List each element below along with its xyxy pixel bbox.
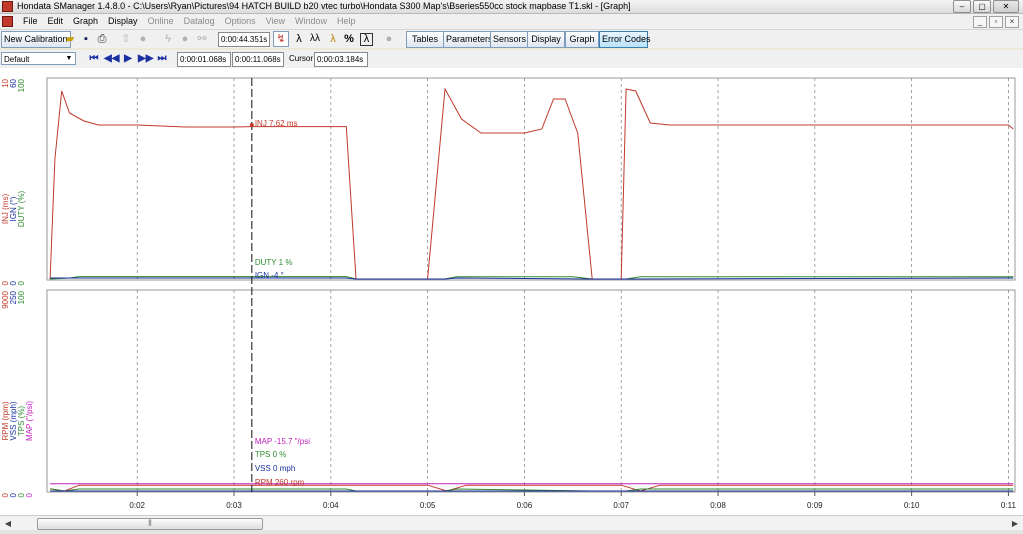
connect-icon[interactable]: ⚯	[195, 32, 209, 46]
tab-display[interactable]: Display	[527, 31, 565, 48]
menu-edit[interactable]: Edit	[43, 14, 69, 29]
main-toolbar: New Calibration ▰ ▪ ⎙ ⇧ ● ϟ ● ⚯ 0:00:44.…	[0, 30, 1023, 48]
readout-ign: IGN -4 °	[255, 271, 284, 280]
bottom-axis-max-label: 100	[17, 290, 26, 304]
graph-preset-select[interactable]: Default ▼	[1, 52, 76, 65]
x-tick-label: 0:06	[517, 501, 533, 510]
readout-map: MAP -15.7 "/psi	[255, 437, 310, 446]
tab-graph[interactable]: Graph	[565, 31, 599, 48]
skip-start-icon[interactable]: ⏮	[87, 52, 101, 66]
print-icon[interactable]: ⎙	[95, 32, 109, 46]
record-icon[interactable]: ●	[178, 32, 192, 46]
menu-view[interactable]: View	[261, 14, 290, 29]
graph-start-time: 0:00:01.068s	[177, 52, 231, 67]
lambda-gold-icon[interactable]: λ	[326, 32, 340, 46]
menu-file[interactable]: File	[18, 14, 43, 29]
flash-icon[interactable]: ϟ	[161, 32, 175, 46]
graph-cursor-icon[interactable]: ↯	[273, 31, 289, 47]
graph-preset-value: Default	[4, 55, 30, 64]
menu-online[interactable]: Online	[143, 14, 179, 29]
menu-options[interactable]: Options	[220, 14, 261, 29]
readout-vss: VSS 0 mph	[255, 464, 295, 473]
lambda-icon[interactable]: λ	[292, 32, 306, 46]
bottom-axis-name: MAP ("/psi)	[25, 401, 34, 441]
top-axis-name: DUTY (%)	[17, 191, 26, 228]
readout-rpm: RPM 260 rpm	[255, 478, 305, 487]
readout-duty: DUTY 1 %	[255, 258, 293, 267]
maximize-button[interactable]: ▢	[973, 0, 991, 13]
horizontal-scrollbar[interactable]: ◀ ⫼ ▶	[0, 515, 1023, 531]
cursor-time: 0:00:03.184s	[314, 52, 368, 67]
datalog-total-time: 0:00:44.351s	[218, 32, 270, 47]
x-tick-label: 0:08	[710, 501, 726, 510]
window-title: Hondata SManager 1.4.8.0 - C:\Users\Ryan…	[17, 1, 631, 11]
new-calibration-button[interactable]: New Calibration	[1, 31, 71, 48]
x-tick-label: 0:04	[323, 501, 339, 510]
open-folder-icon[interactable]: ▰	[63, 32, 77, 46]
play-icon[interactable]: ▶	[121, 52, 135, 66]
cursor-point	[249, 123, 254, 127]
x-tick-label: 0:11	[1001, 501, 1017, 510]
x-tick-label: 0:10	[904, 501, 920, 510]
lambda-box-icon[interactable]: λ	[360, 33, 373, 46]
x-tick-label: 0:03	[226, 501, 242, 510]
mdi-restore-button[interactable]: ▫	[989, 16, 1003, 28]
menu-help[interactable]: Help	[332, 14, 361, 29]
title-bar: Hondata SManager 1.4.8.0 - C:\Users\Ryan…	[0, 0, 1023, 14]
info-icon[interactable]: ●	[136, 32, 150, 46]
tab-sensors[interactable]: Sensors	[490, 31, 528, 48]
menu-window[interactable]: Window	[290, 14, 332, 29]
chevron-down-icon: ▼	[65, 55, 73, 62]
scroll-left-icon[interactable]: ◀	[2, 518, 14, 529]
app-logo-icon	[2, 1, 13, 12]
graph-panel-1	[46, 77, 1016, 281]
minimize-button[interactable]: –	[953, 0, 971, 13]
graph-end-time: 0:00:11.068s	[232, 52, 284, 67]
percent-icon[interactable]: %	[342, 32, 356, 46]
alert-icon[interactable]: ●	[382, 32, 396, 46]
datalog-toolbar: Default ▼ ⏮ ◀◀ ▶ ▶▶ ⏭ 0:00:01.068s 0:00:…	[0, 50, 1023, 68]
close-button[interactable]: ✕	[993, 0, 1019, 13]
top-axis-max-label: 100	[17, 78, 26, 92]
document-icon[interactable]	[2, 16, 13, 27]
menu-graph[interactable]: Graph	[68, 14, 103, 29]
upload-arrow-icon[interactable]: ⇧	[119, 32, 133, 46]
menu-display[interactable]: Display	[103, 14, 143, 29]
mdi-minimize-button[interactable]: _	[973, 16, 987, 28]
top-axis-min-label: 0	[17, 280, 26, 285]
readout-tps: TPS 0 %	[255, 450, 287, 459]
cursor-label: Cursor	[289, 54, 314, 63]
bottom-axis-min-label: 0	[25, 492, 34, 497]
save-icon[interactable]: ▪	[79, 32, 93, 46]
x-tick-label: 0:02	[129, 501, 145, 510]
skip-end-icon[interactable]: ⏭	[155, 52, 169, 66]
scroll-thumb[interactable]: ⫼	[37, 518, 263, 530]
rewind-icon[interactable]: ◀◀	[104, 52, 119, 66]
mdi-close-button[interactable]: ×	[1005, 16, 1019, 28]
lambda-double-icon[interactable]: λλ	[307, 32, 323, 46]
scroll-right-icon[interactable]: ▶	[1009, 518, 1021, 529]
graph-area[interactable]: 0:02 0:03 0:04 0:05 0:06 0:07 0:08 0:09 0:10 0:11…	[0, 68, 1023, 515]
datalog-graph[interactable]: 0:02 0:03 0:04 0:05 0:06 0:07 0:08 0:09 0:10 0:11…	[0, 68, 1023, 515]
tab-tables[interactable]: Tables	[406, 31, 444, 48]
menu-bar: File Edit Graph Display Online Datalog O…	[0, 14, 1023, 30]
x-tick-label: 0:07	[613, 501, 629, 510]
graph-panel-2	[46, 289, 1016, 493]
readout-inj: INJ 7.62 ms	[255, 119, 298, 128]
x-tick-label: 0:09	[807, 501, 823, 510]
tab-parameters[interactable]: Parameters	[443, 31, 493, 48]
status-bar	[0, 530, 1023, 534]
menu-datalog[interactable]: Datalog	[179, 14, 220, 29]
x-tick-label: 0:05	[420, 501, 436, 510]
fast-forward-icon[interactable]: ▶▶	[138, 52, 153, 66]
tab-error-codes[interactable]: Error Codes	[599, 31, 651, 48]
